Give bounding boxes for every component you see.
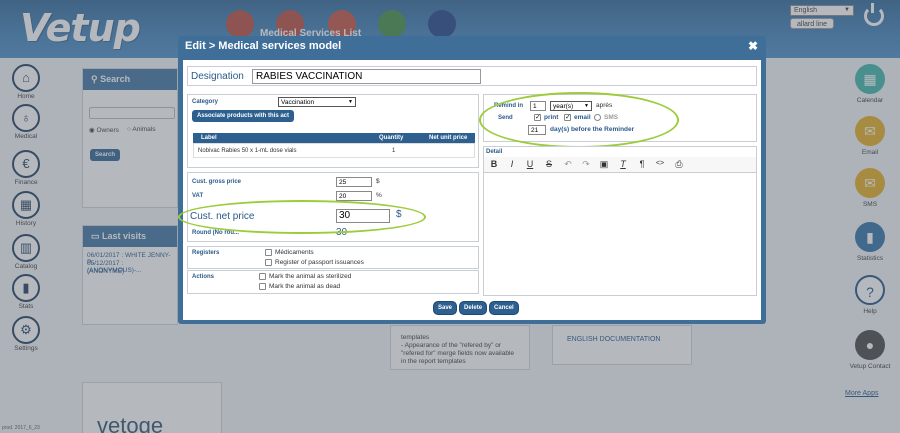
save-button[interactable]: Save	[433, 301, 458, 315]
designation-label: Designation	[191, 71, 244, 82]
close-icon[interactable]: ✖	[748, 39, 758, 53]
clear-format-icon[interactable]: T	[617, 159, 629, 169]
dead-checkbox[interactable]	[259, 283, 266, 290]
underline-icon[interactable]: U	[524, 159, 536, 169]
gross-price-unit: $	[376, 178, 380, 185]
actions-section: Actions Mark the animal as sterilized Ma…	[187, 270, 479, 294]
delete-button[interactable]: Delete	[459, 301, 488, 315]
col-price: Net unit price	[429, 135, 468, 141]
image-icon[interactable]: ▣	[598, 159, 610, 170]
table-row[interactable]: Nobivac Rabies 50 x 1-mL dose vials 1	[193, 143, 475, 158]
bold-icon[interactable]: B	[488, 159, 500, 169]
vat-unit: %	[376, 192, 382, 199]
category-section: Category Vaccination Associate products …	[187, 94, 479, 168]
products-table-header: Label Quantity Net unit price	[193, 133, 475, 143]
gross-price-input[interactable]: 25	[336, 177, 372, 187]
register-label: Médicaments	[275, 249, 314, 256]
col-label: Label	[201, 135, 217, 141]
sterilized-checkbox[interactable]	[259, 273, 266, 280]
italic-icon[interactable]: I	[506, 159, 518, 169]
editor-toolbar: B I U S ↶ ↷ ▣ T ¶ <> ⎙	[484, 157, 756, 173]
category-label: Category	[192, 99, 219, 105]
detail-label: Detail	[486, 149, 503, 155]
designation-input[interactable]: RABIES VACCINATION	[252, 69, 481, 84]
cancel-button[interactable]: Cancel	[489, 301, 519, 315]
category-select[interactable]: Vaccination	[278, 97, 356, 107]
gross-price-label: Cust. gross price	[192, 179, 242, 185]
designation-row: Designation RABIES VACCINATION	[187, 66, 757, 86]
net-price-highlight	[178, 200, 426, 234]
modal-body: Designation RABIES VACCINATION Category …	[178, 60, 761, 320]
register-label: Register of passport issuances	[275, 259, 364, 266]
action-label: Mark the animal as dead	[269, 283, 341, 290]
vat-input[interactable]: 20	[336, 191, 372, 201]
register-medicaments-checkbox[interactable]	[265, 249, 272, 256]
actions-label: Actions	[192, 274, 215, 280]
edit-modal: Edit > Medical services model ✖ Designat…	[178, 36, 766, 324]
row-quantity: 1	[392, 148, 396, 154]
col-quantity: Quantity	[379, 135, 404, 141]
action-buttons: Save Delete Cancel	[433, 301, 521, 315]
redo-icon[interactable]: ↷	[580, 159, 592, 170]
paragraph-icon[interactable]: ¶	[636, 159, 648, 169]
undo-icon[interactable]: ↶	[562, 159, 574, 170]
code-icon[interactable]: <>	[654, 160, 666, 167]
registers-section: Registers Médicaments Register of passpo…	[187, 246, 479, 269]
strikethrough-icon[interactable]: S	[543, 159, 555, 169]
registers-label: Registers	[192, 250, 220, 256]
detail-section: Detail B I U S ↶ ↷ ▣ T ¶ <> ⎙	[483, 146, 757, 296]
row-label: Nobivac Rabies 50 x 1-mL dose vials	[198, 148, 297, 154]
reminder-highlight	[479, 92, 679, 148]
register-passport-checkbox[interactable]	[265, 259, 272, 266]
action-label: Mark the animal as sterilized	[269, 273, 352, 280]
vat-label: VAT	[192, 193, 204, 199]
modal-title: Edit > Medical services model	[185, 40, 342, 52]
print-icon[interactable]: ⎙	[673, 159, 685, 170]
detail-editor[interactable]	[484, 174, 756, 295]
associate-products-button[interactable]: Associate products with this act	[192, 110, 295, 122]
